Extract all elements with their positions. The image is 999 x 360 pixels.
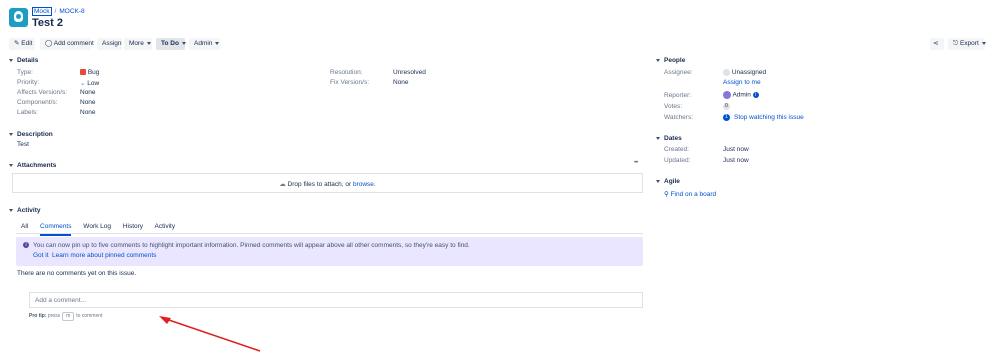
attachment-dropzone[interactable]: ☁ Drop files to attach, or browse. xyxy=(12,173,643,193)
find-on-board-link[interactable]: ⚲ Find on a board xyxy=(664,190,716,198)
resolution-label: Resolution: xyxy=(330,69,363,76)
share-icon: ⋖ xyxy=(933,40,939,47)
details-heading[interactable]: Details xyxy=(9,57,38,64)
created-value: Just now xyxy=(723,146,749,153)
attachments-more-icon[interactable]: ••• xyxy=(634,160,638,166)
breadcrumb: Mock / MOCK-8 xyxy=(32,7,85,16)
type-label: Type: xyxy=(17,69,33,76)
labels-label: Labels: xyxy=(17,109,38,116)
fix-version-value: None xyxy=(393,79,409,86)
activity-heading[interactable]: Activity xyxy=(9,207,40,214)
created-label: Created: xyxy=(664,146,689,153)
affects-version-value: None xyxy=(80,89,96,96)
fix-version-label: Fix Version/s: xyxy=(330,79,370,86)
resolution-value: Unresolved xyxy=(393,69,426,76)
chevron-down-icon xyxy=(146,41,151,45)
share-button[interactable]: ⋖ xyxy=(930,38,944,50)
cloud-upload-icon: ☁ xyxy=(279,181,286,188)
assignee-label: Assignee: xyxy=(664,69,693,76)
priority-value: ⌄ Low xyxy=(80,80,100,87)
edit-button[interactable]: ✎ Edit xyxy=(9,38,35,50)
chevron-down-icon xyxy=(981,41,986,45)
affects-version-label: Affects Version/s: xyxy=(17,89,68,96)
got-it-link[interactable]: Got it xyxy=(33,252,49,259)
tab-activity[interactable]: Activity xyxy=(155,223,176,230)
project-avatar[interactable] xyxy=(9,8,28,27)
drop-files-text: Drop files to attach, or xyxy=(287,181,353,188)
agile-heading[interactable]: Agile xyxy=(656,178,680,185)
tab-work-log[interactable]: Work Log xyxy=(83,223,111,230)
breadcrumb-issue-key[interactable]: MOCK-8 xyxy=(59,8,84,15)
chevron-down-icon xyxy=(215,41,220,45)
more-button[interactable]: More xyxy=(124,38,152,50)
add-comment-input[interactable]: Add a comment... xyxy=(29,292,643,308)
comment-placeholder: Add a comment... xyxy=(35,297,86,304)
component-label: Component/s: xyxy=(17,99,58,106)
red-arrow-annotation xyxy=(159,316,261,352)
chevron-down-icon xyxy=(181,41,186,45)
add-comment-button[interactable]: ◯ Add comment xyxy=(40,38,94,50)
learn-more-link[interactable]: Learn more about pinned comments xyxy=(52,252,156,259)
assignee-value[interactable]: Unassigned xyxy=(723,69,766,76)
reporter-label: Reporter: xyxy=(664,92,692,99)
tab-all[interactable]: All xyxy=(21,223,28,230)
pencil-icon: ✎ xyxy=(14,40,20,47)
info-icon: i xyxy=(752,92,759,98)
type-value: Bug xyxy=(80,69,99,76)
export-icon: ⎋ xyxy=(953,40,959,47)
no-comments-text: There are no comments yet on this issue. xyxy=(17,270,137,277)
breadcrumb-project[interactable]: Mock xyxy=(32,7,52,16)
pro-tip: Pro tip: press m to comment xyxy=(29,312,103,321)
description-heading[interactable]: Description xyxy=(9,131,53,138)
comment-icon: ◯ xyxy=(45,40,53,47)
people-heading[interactable]: People xyxy=(656,57,685,64)
priority-label: Priority: xyxy=(17,79,40,86)
tab-comments[interactable]: Comments xyxy=(40,223,72,236)
priority-low-icon: ⌄ xyxy=(80,80,86,87)
export-button[interactable]: ⎋ Export xyxy=(948,38,986,50)
attachments-heading[interactable]: Attachments xyxy=(9,162,56,169)
shortcut-key: m xyxy=(62,312,75,321)
description-text[interactable]: Test xyxy=(17,141,29,148)
labels-value: None xyxy=(80,109,96,116)
votes-count-badge[interactable]: 0 xyxy=(723,103,730,110)
updated-value: Just now xyxy=(723,157,749,164)
votes-label: Votes: xyxy=(664,103,683,110)
pinned-comments-banner: i You can now pin up to five comments to… xyxy=(16,237,643,266)
stop-watching-link[interactable]: Stop watching this issue xyxy=(734,114,804,121)
component-value: None xyxy=(80,99,96,106)
unassigned-avatar-icon xyxy=(723,69,730,76)
tabs-divider xyxy=(16,233,643,234)
status-button[interactable]: To Do xyxy=(156,38,186,50)
assign-button[interactable]: Assign xyxy=(97,38,122,50)
issue-title[interactable]: Test 2 xyxy=(32,17,63,29)
tab-history[interactable]: History xyxy=(123,223,143,230)
banner-text: You can now pin up to five comments to h… xyxy=(33,242,470,249)
admin-button[interactable]: Admin xyxy=(189,38,220,50)
watchers-label: Watchers: xyxy=(664,114,694,121)
dates-heading[interactable]: Dates xyxy=(656,135,682,142)
info-icon: i xyxy=(23,242,29,248)
assign-to-me-link[interactable]: Assign to me xyxy=(723,79,761,86)
browse-link[interactable]: browse. xyxy=(353,181,376,188)
updated-label: Updated: xyxy=(664,157,691,164)
watchers-count-badge[interactable]: 1 xyxy=(723,114,730,121)
activity-tabs: All Comments Work Log History Activity xyxy=(21,223,185,236)
search-icon: ⚲ xyxy=(664,191,669,198)
reporter-avatar xyxy=(723,91,731,99)
bug-icon xyxy=(80,69,86,76)
reporter-value[interactable]: Admin i xyxy=(723,91,759,99)
